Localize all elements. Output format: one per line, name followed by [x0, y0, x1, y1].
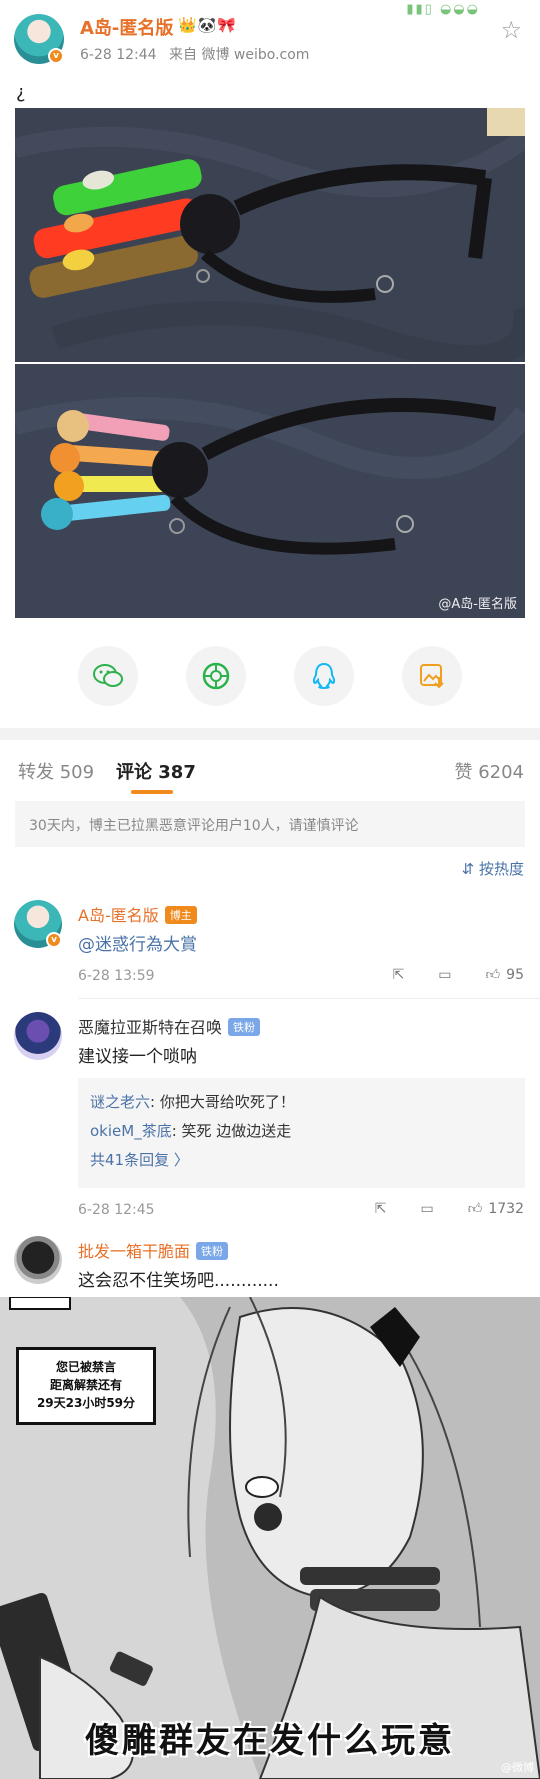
tab-comment-count: 387: [158, 762, 196, 783]
comment-item: v A岛-匿名版 博主 @迷惑行為大賞 6-28 13:59 ⇱ ▭ 👍︎ 95: [0, 900, 540, 1010]
tab-like-count: 6204: [478, 762, 524, 783]
party-horn-gag-photo: [15, 364, 525, 618]
reply-item[interactable]: 谜之老六: 你把大哥给吹死了！: [90, 1088, 513, 1117]
moments-share-button[interactable]: [186, 646, 246, 706]
share-comment-button[interactable]: ⇱: [393, 967, 405, 983]
comment-text: 这会忍不住笑场吧............: [78, 1271, 279, 1291]
comment-time: 6-28 12:45: [78, 1202, 155, 1218]
share-row: [0, 646, 540, 712]
moments-icon: [202, 662, 230, 690]
post-meta: 6-28 12:44 来自 微博 weibo.com: [80, 44, 317, 64]
meme-caption: 傻雕群友在发什么玩意: [85, 1721, 455, 1761]
like-count: 95: [506, 966, 524, 983]
reply-text: : 笑死 边做边送走: [171, 1122, 292, 1140]
reply-icon: ▭: [420, 1200, 434, 1217]
share-icon: ⇱: [392, 966, 405, 983]
tab-like[interactable]: 赞 6204: [454, 758, 524, 784]
share-icon: ⇱: [374, 1200, 387, 1217]
commenter-name-text: 批发一箱干脆面: [78, 1242, 191, 1261]
reply-button[interactable]: ▭: [420, 1201, 433, 1217]
fan-tag: 铁粉: [228, 1018, 261, 1036]
mention-link[interactable]: @迷惑行為大賞: [78, 935, 197, 955]
post-author-name[interactable]: A岛-匿名版: [80, 14, 173, 40]
reply-author[interactable]: okieM_茶底: [90, 1122, 172, 1140]
header-decoration-icon: ▮▮▯ ◒◒◒: [406, 2, 480, 17]
share-comment-button[interactable]: ⇱: [375, 1201, 387, 1217]
comment-divider: [78, 998, 540, 999]
reply-author[interactable]: 谜之老六: [90, 1093, 150, 1111]
like-button[interactable]: 👍︎ 1732: [467, 1200, 524, 1218]
commenter-avatar[interactable]: [14, 1012, 62, 1060]
comment-item: 恶魔拉亚斯特在召唤 铁粉 建议接一个唢呐 谜之老六: 你把大哥给吹死了！ okie…: [0, 1010, 540, 1232]
qq-icon: [312, 662, 336, 690]
meme-watermark: @微博: [501, 1761, 534, 1774]
comment-actions: ⇱ ▭ 👍︎ 1732: [375, 1200, 524, 1218]
more-replies-link[interactable]: 共41条回复 〉: [90, 1146, 513, 1175]
kazoo-gag-photo: [15, 108, 525, 362]
post-text: ¿: [16, 82, 26, 103]
commenter-avatar[interactable]: [14, 1236, 62, 1284]
tab-repost-count: 509: [59, 762, 95, 783]
post-time: 6-28 12:44: [80, 47, 157, 63]
comment-actions: ⇱ ▭ 👍︎ 95: [393, 966, 524, 984]
wechat-share-button[interactable]: [78, 646, 138, 706]
comment-image-meme[interactable]: 您已被禁言 距离解禁还有 29天23小时59分 傻雕群友在发什么玩意 @微博: [0, 1297, 540, 1779]
post-image-2[interactable]: @A岛-匿名版: [15, 364, 525, 618]
post-image-1[interactable]: [15, 108, 525, 362]
image-watermark: @A岛-匿名版: [438, 597, 517, 612]
thumbs-up-icon: 👍︎: [467, 1201, 483, 1217]
mute-line-2: 距离解禁还有: [49, 1378, 122, 1392]
save-image-icon: [420, 664, 444, 689]
verified-icon: v: [46, 932, 62, 948]
tab-repost[interactable]: 转发 509: [18, 758, 94, 784]
sort-label: 按热度: [478, 860, 524, 878]
commenter-name[interactable]: A岛-匿名版 博主: [78, 902, 197, 926]
comment-notice: 30天内，博主已拉黑恶意评论用户10人，请谨慎评论: [15, 801, 525, 847]
author-badges-icon: 👑🐼🎀: [178, 16, 238, 34]
mute-line-3: 29天23小时59分: [36, 1396, 136, 1410]
commenter-name[interactable]: 批发一箱干脆面 铁粉: [78, 1238, 229, 1262]
sort-by-hot-button[interactable]: ⇵ 按热度: [462, 858, 524, 879]
favorite-star-icon[interactable]: ☆: [500, 16, 522, 44]
tab-like-label: 赞: [454, 762, 473, 783]
wechat-icon: [93, 664, 123, 687]
qq-share-button[interactable]: [294, 646, 354, 706]
tab-repost-label: 转发: [18, 762, 54, 783]
sort-icon: ⇵: [461, 860, 475, 878]
fan-tag: 铁粉: [196, 1242, 229, 1260]
section-separator: [0, 728, 540, 740]
reply-text: : 你把大哥给吹死了！: [150, 1093, 295, 1111]
tab-comment[interactable]: 评论 387: [116, 758, 196, 784]
interaction-tabs: 转发 509 评论 387 赞 6204: [0, 740, 540, 796]
post-source: 来自 微博 weibo.com: [169, 47, 310, 63]
like-count: 1732: [488, 1200, 524, 1217]
post-header: v A岛-匿名版 👑🐼🎀 ▮▮▯ ◒◒◒ 6-28 12:44 来自 微博 we…: [0, 0, 540, 80]
save-image-button[interactable]: [402, 646, 462, 706]
author-tag: 博主: [164, 906, 197, 924]
verified-icon: v: [48, 48, 64, 64]
like-button[interactable]: 👍︎ 95: [485, 966, 524, 984]
comment-time: 6-28 13:59: [78, 968, 155, 984]
mute-line-1: 您已被禁言: [55, 1360, 116, 1374]
reply-button[interactable]: ▭: [438, 967, 451, 983]
reply-icon: ▭: [438, 966, 452, 983]
comment-text: 建议接一个唢呐: [78, 1047, 197, 1067]
commenter-name-text: A岛-匿名版: [78, 906, 159, 925]
commenter-name[interactable]: 恶魔拉亚斯特在召唤 铁粉: [78, 1014, 261, 1038]
reply-list: 谜之老六: 你把大哥给吹死了！ okieM_茶底: 笑死 边做边送走 共41条回…: [78, 1078, 525, 1188]
mute-notice-box: 您已被禁言 距离解禁还有 29天23小时59分: [16, 1347, 156, 1425]
comment-item: 批发一箱干脆面 铁粉 这会忍不住笑场吧............: [0, 1232, 540, 1298]
reply-item[interactable]: okieM_茶底: 笑死 边做边送走: [90, 1117, 513, 1146]
tab-comment-label: 评论: [116, 762, 152, 783]
active-tab-indicator: [131, 790, 173, 794]
commenter-name-text: 恶魔拉亚斯特在召唤: [78, 1018, 223, 1037]
thumbs-up-icon: 👍︎: [485, 967, 501, 983]
comment-text: @迷惑行為大賞: [78, 930, 197, 955]
